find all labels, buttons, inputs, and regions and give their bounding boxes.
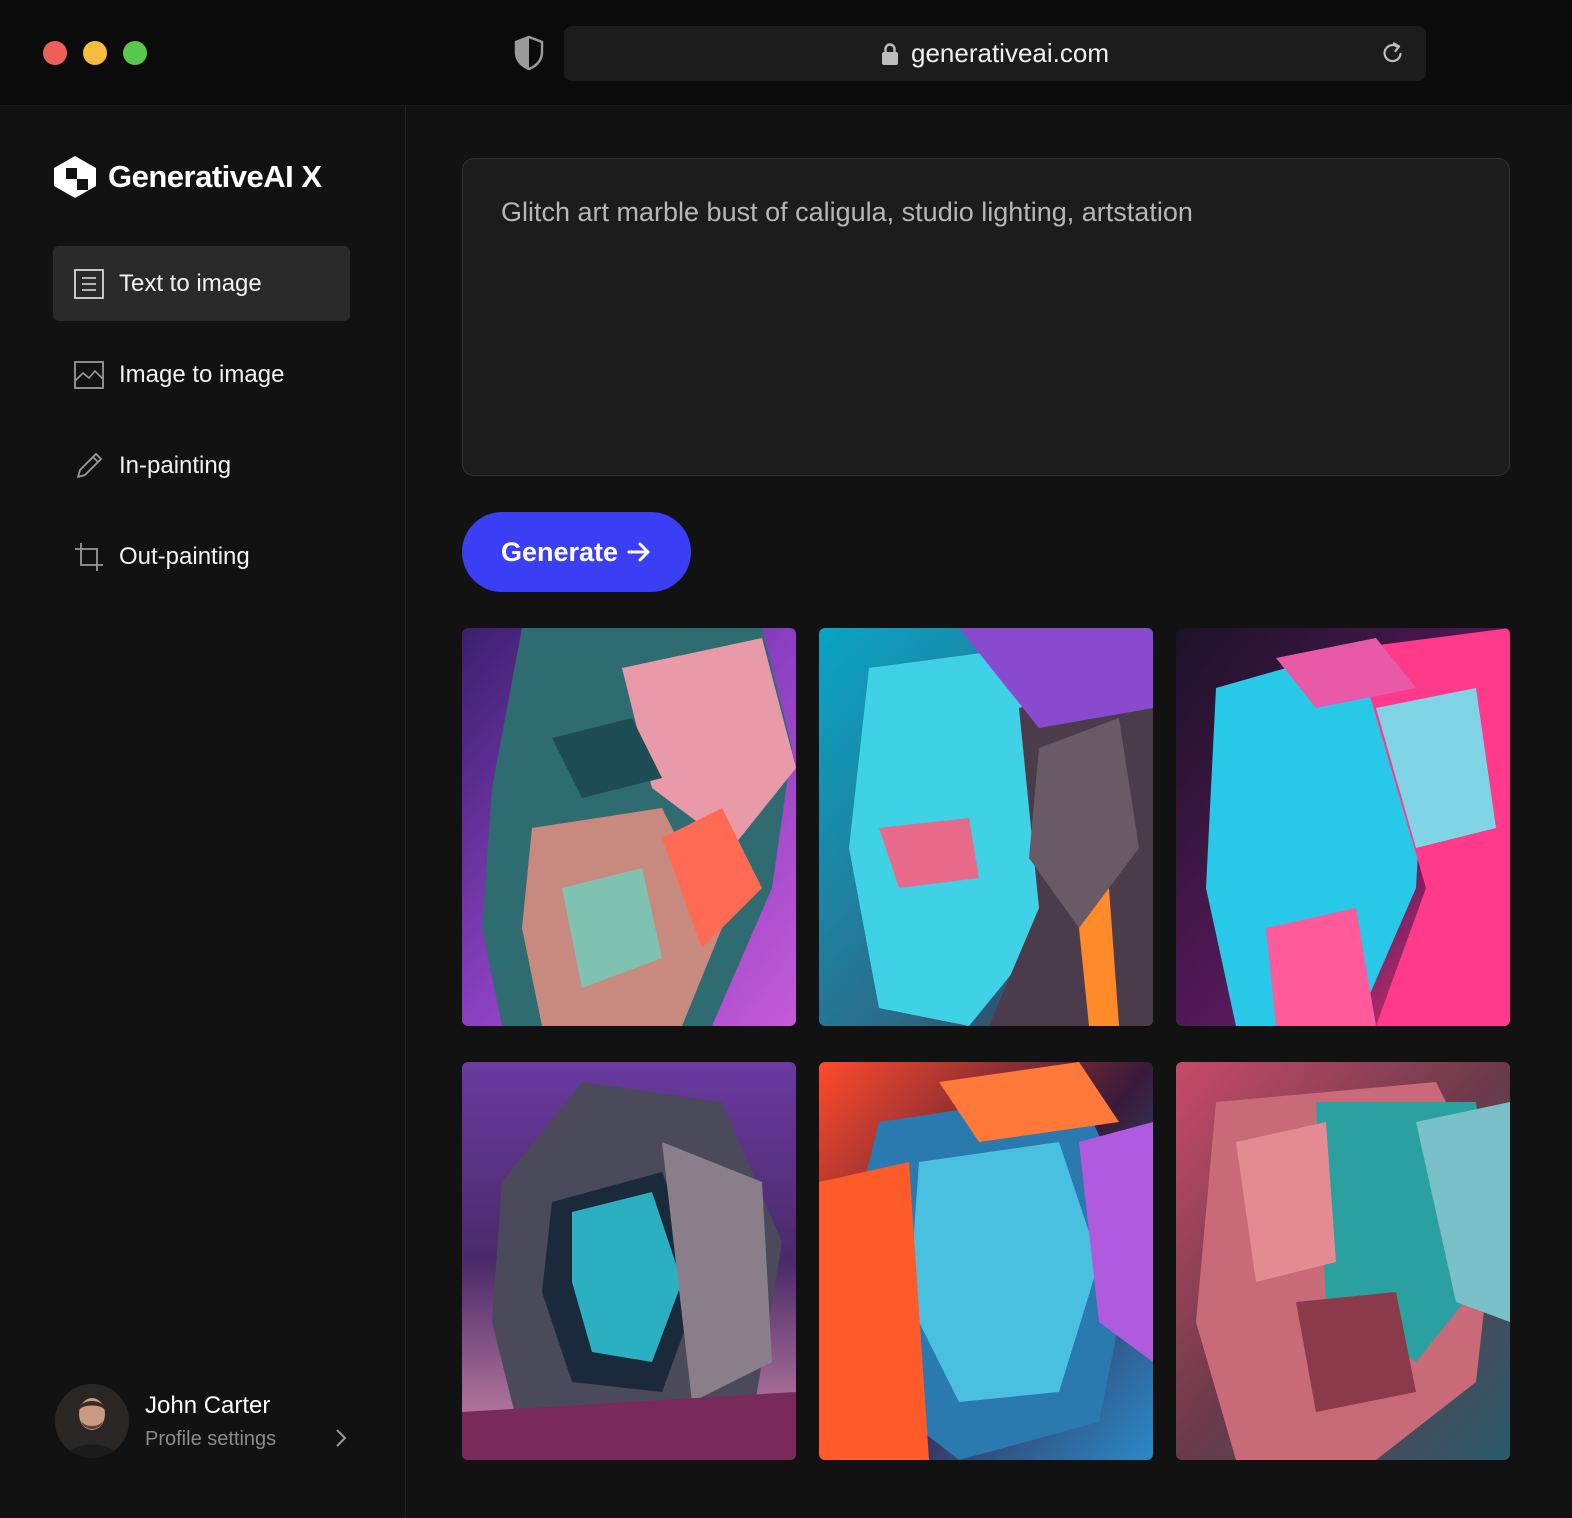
main-content: Glitch art marble bust of caligula, stud… [407,106,1572,1518]
reload-icon[interactable] [1380,40,1406,66]
pencil-icon [77,452,102,478]
nav-item-label: In-painting [119,451,232,479]
generate-button-label: Generate [500,536,619,567]
nav-item-label: Out-painting [119,542,250,570]
shield-icon[interactable] [513,35,545,71]
profile-name: John Carter [145,1392,271,1419]
generated-image-4[interactable] [462,1062,796,1460]
nav-item-label: Image to image [119,360,285,388]
brand-logo[interactable]: GenerativeAI X [52,154,322,200]
window-maximize-button[interactable] [123,41,147,65]
crop-icon [75,542,103,571]
lock-icon [882,42,898,65]
document-icon [74,268,104,299]
arrow-right-icon [627,542,650,562]
nav-item-in-painting[interactable]: In-painting [53,428,350,503]
address-bar[interactable]: generativeai.com [564,26,1426,81]
generated-image-5[interactable] [819,1062,1153,1460]
generated-image-3[interactable] [1176,628,1510,1026]
generated-image-1[interactable] [462,628,796,1026]
window-close-button[interactable] [43,41,67,65]
logo-mark-icon [54,156,96,198]
browser-toolbar: generativeai.com [0,0,1572,106]
url-text: generativeai.com [911,38,1109,68]
generated-image-6[interactable] [1176,1062,1510,1460]
nav-item-text-to-image[interactable]: Text to image [53,246,350,321]
image-icon [74,360,104,389]
nav-item-label: Text to image [119,269,262,297]
generate-button[interactable]: Generate [462,512,691,592]
profile-settings-label: Profile settings [145,1428,277,1450]
profile-settings-link[interactable]: John Carter Profile settings [55,1384,355,1460]
prompt-input[interactable]: Glitch art marble bust of caligula, stud… [462,158,1510,476]
nav-item-out-painting[interactable]: Out-painting [53,519,350,594]
window-minimize-button[interactable] [83,41,107,65]
generated-image-2[interactable] [819,628,1153,1026]
chevron-right-icon [336,1429,347,1447]
brand-name: GenerativeAI X [108,159,322,194]
nav-item-image-to-image[interactable]: Image to image [53,337,350,412]
sidebar: GenerativeAI X Text to image Image to im… [0,106,406,1518]
avatar[interactable] [55,1384,129,1458]
